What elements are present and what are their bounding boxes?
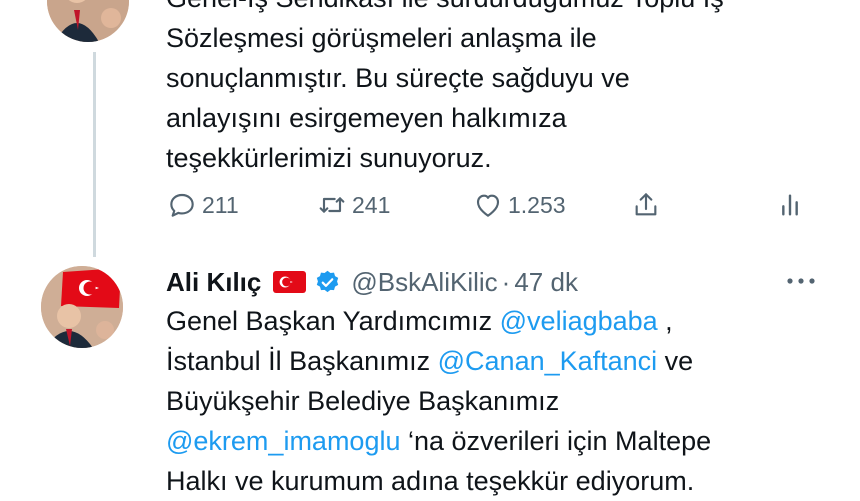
more-dots-icon: [787, 278, 815, 284]
analytics-button[interactable]: [774, 185, 810, 225]
tweet-action-bar: 211 241 1.253: [166, 185, 806, 225]
tweet-text-line: sonuçlanmıştır. Bu süreçte sağduyu ve: [166, 63, 630, 93]
tweet-text-line: anlayışını esirgemeyen halkımıza: [166, 103, 567, 133]
share-icon: [635, 193, 657, 216]
share-button[interactable]: [630, 185, 666, 225]
analytics-icon: [782, 194, 798, 216]
reply-count: 211: [202, 191, 239, 218]
reply-button[interactable]: 211: [166, 185, 239, 225]
heart-icon: [476, 194, 500, 217]
top-tweet-text: Genel-İş Sendikası ile sürdürdüğümüz Top…: [166, 0, 724, 178]
tweet-text-line: @ekrem_imamoglu ‘na özverileri için Malt…: [166, 421, 711, 461]
tweet-text-line: teşekkürlerimizi sunuyoruz.: [166, 143, 492, 173]
avatar[interactable]: [41, 266, 123, 348]
text-segment: ,: [657, 306, 673, 336]
author-handle[interactable]: @BskAliKilic: [351, 267, 497, 298]
reply-tweet-header: Ali Kılıç @BskAliKilic · 47 dk: [166, 262, 578, 302]
tweet-text-line: Genel Başkan Yardımcımız @veliagbaba ,: [166, 301, 711, 341]
header-separator: ·: [501, 266, 511, 297]
text-segment: Halkı ve kurumum adına teşekkür ediyorum…: [166, 466, 695, 496]
more-options-button[interactable]: [784, 266, 818, 296]
text-segment: ‘na özverileri için Maltepe: [400, 426, 712, 456]
avatar[interactable]: [47, 0, 129, 42]
tweet-text-line: Sözleşmesi görüşmeleri anlaşma ile: [166, 23, 597, 53]
like-count: 1.253: [508, 191, 566, 218]
text-segment: İstanbul İl Başkanımız: [166, 346, 438, 376]
author-name[interactable]: Ali Kılıç: [166, 267, 261, 298]
reply-tweet-text: Genel Başkan Yardımcımız @veliagbaba , İ…: [166, 301, 711, 501]
tweet-text-line: İstanbul İl Başkanımız @Canan_Kaftanci v…: [166, 341, 711, 381]
tweet-text-line: Genel-İş Sendikası ile sürdürdüğümüz Top…: [166, 0, 724, 18]
tweet-timestamp[interactable]: 47 dk: [514, 267, 578, 298]
mention-link[interactable]: @Canan_Kaftanci: [438, 346, 658, 376]
thread-connector-line: [93, 52, 96, 257]
retweet-count: 241: [352, 191, 391, 218]
mention-link[interactable]: @ekrem_imamoglu: [166, 426, 400, 456]
comment-icon: [170, 193, 194, 217]
text-segment: Büyükşehir Belediye Başkanımız: [166, 386, 560, 416]
verified-badge-icon: [314, 269, 341, 296]
text-segment: Genel Başkan Yardımcımız: [166, 306, 500, 336]
retweet-button[interactable]: 241: [316, 185, 390, 225]
like-button[interactable]: 1.253: [472, 185, 566, 225]
tweet-text-line: Halkı ve kurumum adına teşekkür ediyorum…: [166, 461, 711, 501]
tweet-text-line: Büyükşehir Belediye Başkanımız: [166, 381, 711, 421]
turkey-flag-icon: [273, 271, 307, 293]
text-segment: ve: [657, 346, 694, 376]
retweet-icon: [319, 197, 345, 213]
mention-link[interactable]: @veliagbaba: [500, 306, 658, 336]
